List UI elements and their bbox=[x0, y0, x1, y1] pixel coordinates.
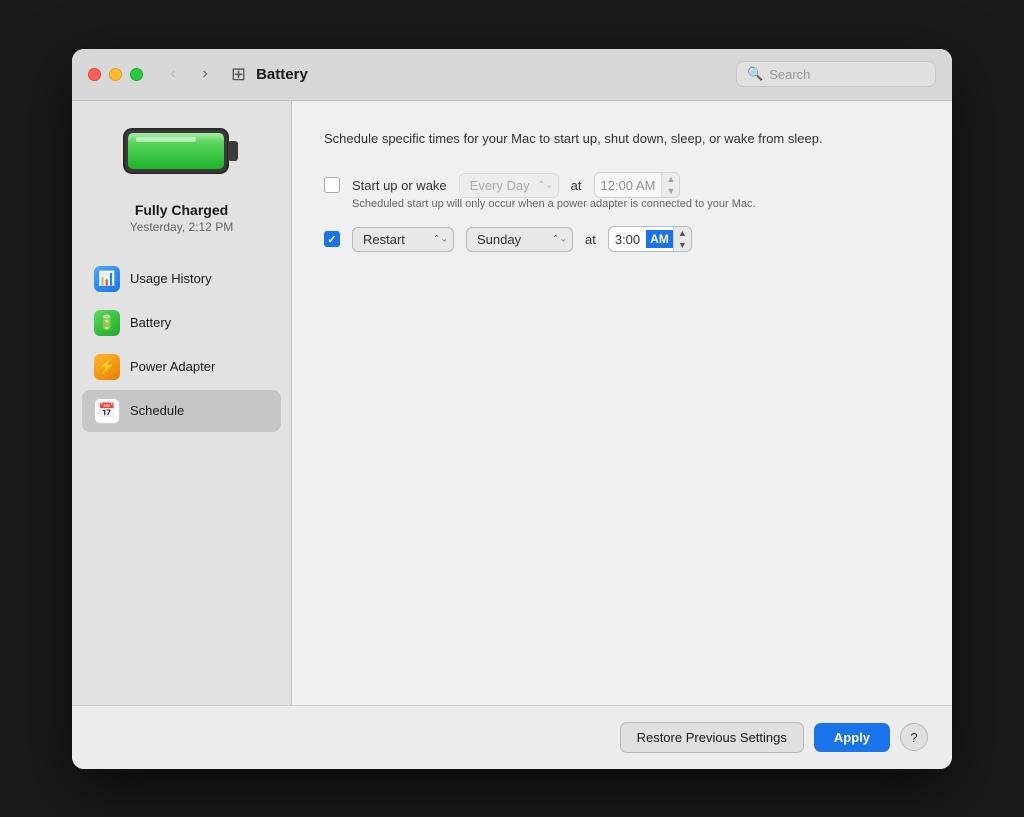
battery-status-text: Fully Charged bbox=[130, 202, 233, 218]
nav-buttons: ‹ › bbox=[159, 60, 219, 88]
restart-at-label: at bbox=[585, 232, 596, 247]
battery-icon-container bbox=[122, 121, 242, 186]
startup-time-wrapper: 12:00 AM ▲ ▼ bbox=[594, 172, 681, 198]
restore-button[interactable]: Restore Previous Settings bbox=[620, 722, 804, 753]
sidebar-item-schedule[interactable]: 📅 Schedule bbox=[82, 390, 281, 432]
restart-time-down[interactable]: ▼ bbox=[678, 239, 687, 251]
startup-note: Scheduled start up will only occur when … bbox=[352, 198, 920, 210]
usage-history-icon: 📊 bbox=[94, 266, 120, 292]
apply-button[interactable]: Apply bbox=[814, 723, 890, 752]
traffic-lights bbox=[88, 68, 143, 81]
close-button[interactable] bbox=[88, 68, 101, 81]
search-input[interactable] bbox=[769, 67, 925, 82]
restart-row: Restart Sleep Shut Down Wake Sunday Mond… bbox=[324, 226, 920, 252]
restart-day-wrapper: Sunday Monday Tuesday Wednesday Thursday… bbox=[466, 227, 573, 252]
sidebar-item-usage-history[interactable]: 📊 Usage History bbox=[82, 258, 281, 300]
back-button[interactable]: ‹ bbox=[159, 60, 187, 88]
startup-row-controls: Start up or wake Every Day Weekdays Week… bbox=[324, 172, 920, 198]
startup-label: Start up or wake bbox=[352, 178, 447, 193]
restart-action-wrapper: Restart Sleep Shut Down Wake bbox=[352, 227, 454, 252]
startup-frequency-wrapper: Every Day Weekdays Weekends bbox=[459, 173, 559, 198]
battery-status: Fully Charged Yesterday, 2:12 PM bbox=[130, 202, 233, 234]
restart-time-wrapper: 3:00 AM ▲ ▼ bbox=[608, 226, 692, 252]
grid-icon[interactable]: ⊞ bbox=[231, 64, 246, 85]
startup-time-up[interactable]: ▲ bbox=[666, 173, 675, 185]
restart-time-hour: 3:00 bbox=[609, 228, 646, 251]
schedule-section: Start up or wake Every Day Weekdays Week… bbox=[324, 172, 920, 252]
titlebar: ‹ › ⊞ Battery 🔍 bbox=[72, 49, 952, 101]
power-adapter-label: Power Adapter bbox=[130, 359, 215, 374]
restart-time-up[interactable]: ▲ bbox=[678, 227, 687, 239]
help-button[interactable]: ? bbox=[900, 723, 928, 751]
schedule-icon: 📅 bbox=[94, 398, 120, 424]
sidebar-item-power-adapter[interactable]: ⚡ Power Adapter bbox=[82, 346, 281, 388]
restart-time-ampm: AM bbox=[646, 230, 673, 248]
panel-description: Schedule specific times for your Mac to … bbox=[324, 129, 920, 149]
sidebar-nav: 📊 Usage History 🔋 Battery ⚡ Power Adapte… bbox=[72, 258, 291, 434]
main-window: ‹ › ⊞ Battery 🔍 bbox=[72, 49, 952, 769]
forward-button[interactable]: › bbox=[191, 60, 219, 88]
search-icon: 🔍 bbox=[747, 66, 763, 82]
power-adapter-icon: ⚡ bbox=[94, 354, 120, 380]
startup-time-display: 12:00 AM bbox=[595, 174, 662, 197]
search-box: 🔍 bbox=[736, 61, 936, 87]
sidebar: Fully Charged Yesterday, 2:12 PM 📊 Usage… bbox=[72, 101, 292, 705]
sidebar-item-battery[interactable]: 🔋 Battery bbox=[82, 302, 281, 344]
panel: Schedule specific times for your Mac to … bbox=[292, 101, 952, 705]
startup-time-down[interactable]: ▼ bbox=[666, 185, 675, 197]
startup-at-label: at bbox=[571, 178, 582, 193]
startup-checkbox[interactable] bbox=[324, 177, 340, 193]
battery-label: Battery bbox=[130, 315, 171, 330]
bottom-bar: Restore Previous Settings Apply ? bbox=[72, 705, 952, 769]
startup-frequency-select[interactable]: Every Day Weekdays Weekends bbox=[459, 173, 559, 198]
window-title: Battery bbox=[256, 66, 736, 83]
battery-time: Yesterday, 2:12 PM bbox=[130, 220, 233, 234]
startup-time-stepper: ▲ ▼ bbox=[661, 173, 679, 197]
battery-icon-nav: 🔋 bbox=[94, 310, 120, 336]
restart-time-stepper: ▲ ▼ bbox=[673, 227, 691, 251]
minimize-button[interactable] bbox=[109, 68, 122, 81]
main-content: Fully Charged Yesterday, 2:12 PM 📊 Usage… bbox=[72, 101, 952, 705]
startup-row: Start up or wake Every Day Weekdays Week… bbox=[324, 172, 920, 210]
schedule-label: Schedule bbox=[130, 403, 184, 418]
restart-day-select[interactable]: Sunday Monday Tuesday Wednesday Thursday… bbox=[466, 227, 573, 252]
restart-checkbox[interactable] bbox=[324, 231, 340, 247]
panel-spacer bbox=[324, 252, 920, 677]
restart-action-select[interactable]: Restart Sleep Shut Down Wake bbox=[352, 227, 454, 252]
maximize-button[interactable] bbox=[130, 68, 143, 81]
battery-icon bbox=[122, 121, 242, 181]
usage-history-label: Usage History bbox=[130, 271, 212, 286]
